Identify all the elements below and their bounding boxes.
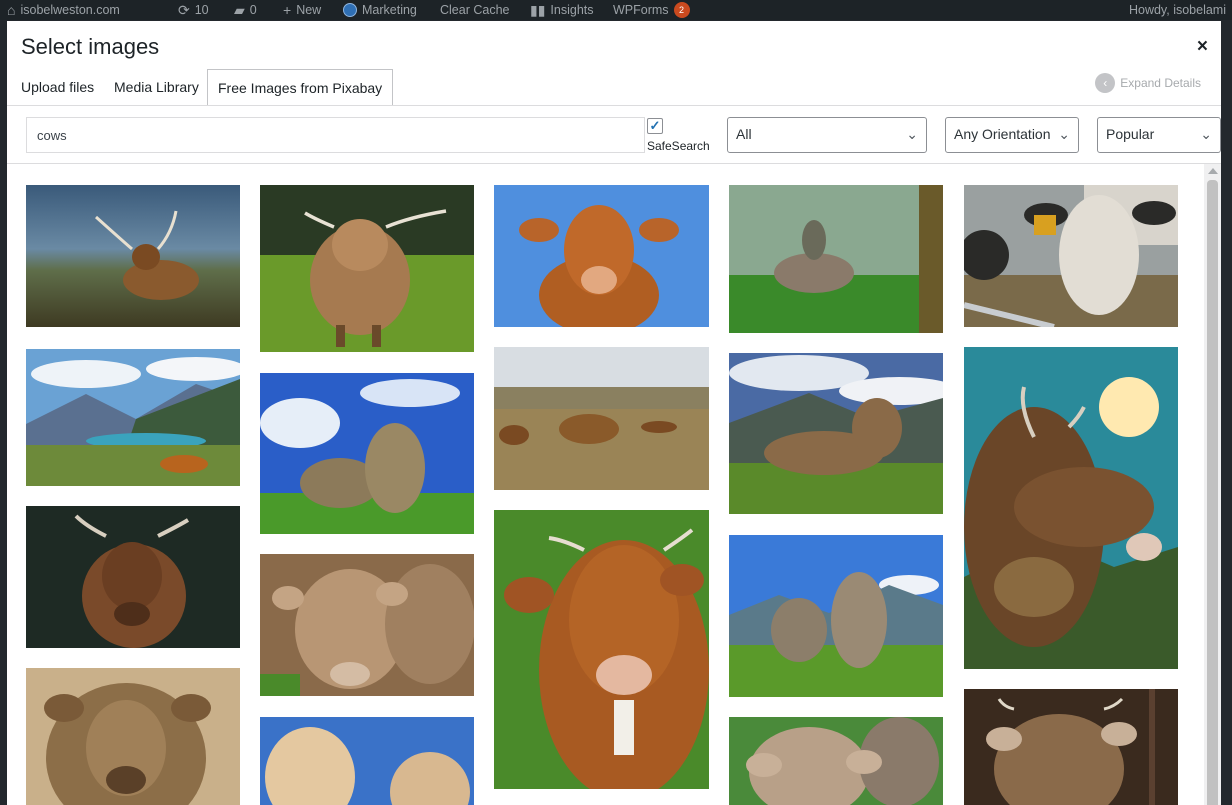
plus-icon: +: [283, 2, 292, 18]
marketing-icon: [343, 3, 357, 17]
expand-details-button[interactable]: ‹ Expand Details: [1095, 73, 1201, 93]
admin-bar-new[interactable]: + New: [283, 0, 321, 20]
wpforms-label: WPForms: [613, 2, 669, 17]
safesearch-checkbox[interactable]: ✓: [647, 118, 663, 134]
image-grid: [7, 164, 1221, 805]
image-thumbnail[interactable]: [26, 349, 240, 486]
bar-chart-icon: ▮▮: [530, 2, 546, 18]
type-select-value: All: [736, 126, 752, 142]
media-tabs: Upload files Media Library Free Images f…: [7, 69, 1221, 106]
admin-bar-clear-cache[interactable]: Clear Cache: [440, 0, 509, 20]
wpforms-badge: 2: [673, 2, 690, 18]
image-thumbnail[interactable]: [964, 185, 1178, 327]
admin-bar: ⌂ isobelweston.com ⟳ 10 ▰ 0 + New Market…: [0, 0, 1232, 20]
image-thumbnail[interactable]: [26, 185, 240, 327]
admin-bar-account[interactable]: Howdy, isobelami: [1129, 0, 1226, 20]
image-thumbnail[interactable]: [26, 668, 240, 805]
image-thumbnail[interactable]: [26, 506, 240, 648]
chevron-down-icon: ⌄: [906, 126, 918, 142]
image-thumbnail[interactable]: [260, 373, 474, 534]
comment-icon: ▰: [234, 2, 245, 18]
grid-scrollbar[interactable]: [1204, 164, 1221, 805]
clear-cache-label: Clear Cache: [440, 2, 510, 17]
close-icon[interactable]: ×: [1197, 36, 1208, 58]
admin-bar-insights[interactable]: ▮▮ Insights: [530, 0, 594, 20]
order-select[interactable]: Popular ⌄: [1097, 117, 1221, 153]
marketing-label: Marketing: [362, 2, 417, 17]
image-thumbnail[interactable]: [729, 535, 943, 697]
image-thumbnail[interactable]: [260, 554, 474, 696]
type-select[interactable]: All ⌄: [727, 117, 927, 153]
orientation-select[interactable]: Any Orientation ⌄: [945, 117, 1079, 153]
safesearch-label: SafeSearch: [647, 139, 710, 153]
admin-bar-comments[interactable]: ▰ 0: [234, 0, 257, 20]
tab-divider: [7, 105, 1221, 106]
comments-count: 0: [249, 2, 257, 17]
howdy-label: Howdy, isobelami: [1128, 2, 1226, 17]
admin-bar-updates[interactable]: ⟳ 10: [178, 0, 209, 20]
chevron-down-icon: ⌄: [1058, 126, 1070, 142]
orientation-select-value: Any Orientation: [954, 126, 1051, 142]
media-modal: Select images × Upload files Media Libra…: [7, 21, 1221, 805]
new-label: New: [296, 2, 322, 17]
image-thumbnail[interactable]: [260, 185, 474, 352]
chevron-left-icon: ‹: [1095, 73, 1116, 93]
image-thumbnail[interactable]: [494, 347, 709, 490]
insights-label: Insights: [550, 2, 594, 17]
tab-pixabay[interactable]: Free Images from Pixabay: [207, 69, 394, 106]
scroll-thumb[interactable]: [1207, 180, 1218, 805]
tab-upload-files[interactable]: Upload files: [21, 69, 94, 105]
filter-bar: ✓ SafeSearch All ⌄ Any Orientation ⌄ Pop…: [7, 107, 1221, 164]
search-input[interactable]: [26, 117, 645, 153]
scroll-up-icon[interactable]: [1208, 168, 1218, 174]
admin-bar-wpforms[interactable]: WPForms 2: [613, 0, 690, 20]
expand-details-label: Expand Details: [1120, 76, 1201, 90]
tab-media-library[interactable]: Media Library: [114, 69, 199, 105]
home-icon: ⌂: [7, 2, 16, 18]
image-thumbnail[interactable]: [260, 717, 474, 805]
chevron-down-icon: ⌄: [1200, 126, 1212, 142]
modal-title: Select images: [21, 34, 160, 59]
image-thumbnail[interactable]: [494, 510, 709, 789]
updates-count: 10: [194, 2, 209, 17]
site-name: isobelweston.com: [20, 2, 120, 17]
image-thumbnail[interactable]: [729, 185, 943, 333]
image-thumbnail[interactable]: [729, 717, 943, 805]
image-thumbnail[interactable]: [729, 353, 943, 514]
admin-bar-site[interactable]: ⌂ isobelweston.com: [7, 0, 120, 20]
image-thumbnail[interactable]: [964, 689, 1178, 805]
admin-bar-marketing[interactable]: Marketing: [343, 0, 417, 20]
image-thumbnail[interactable]: [494, 185, 709, 327]
updates-icon: ⟳: [178, 2, 190, 18]
image-thumbnail[interactable]: [964, 347, 1178, 669]
order-select-value: Popular: [1106, 126, 1155, 142]
